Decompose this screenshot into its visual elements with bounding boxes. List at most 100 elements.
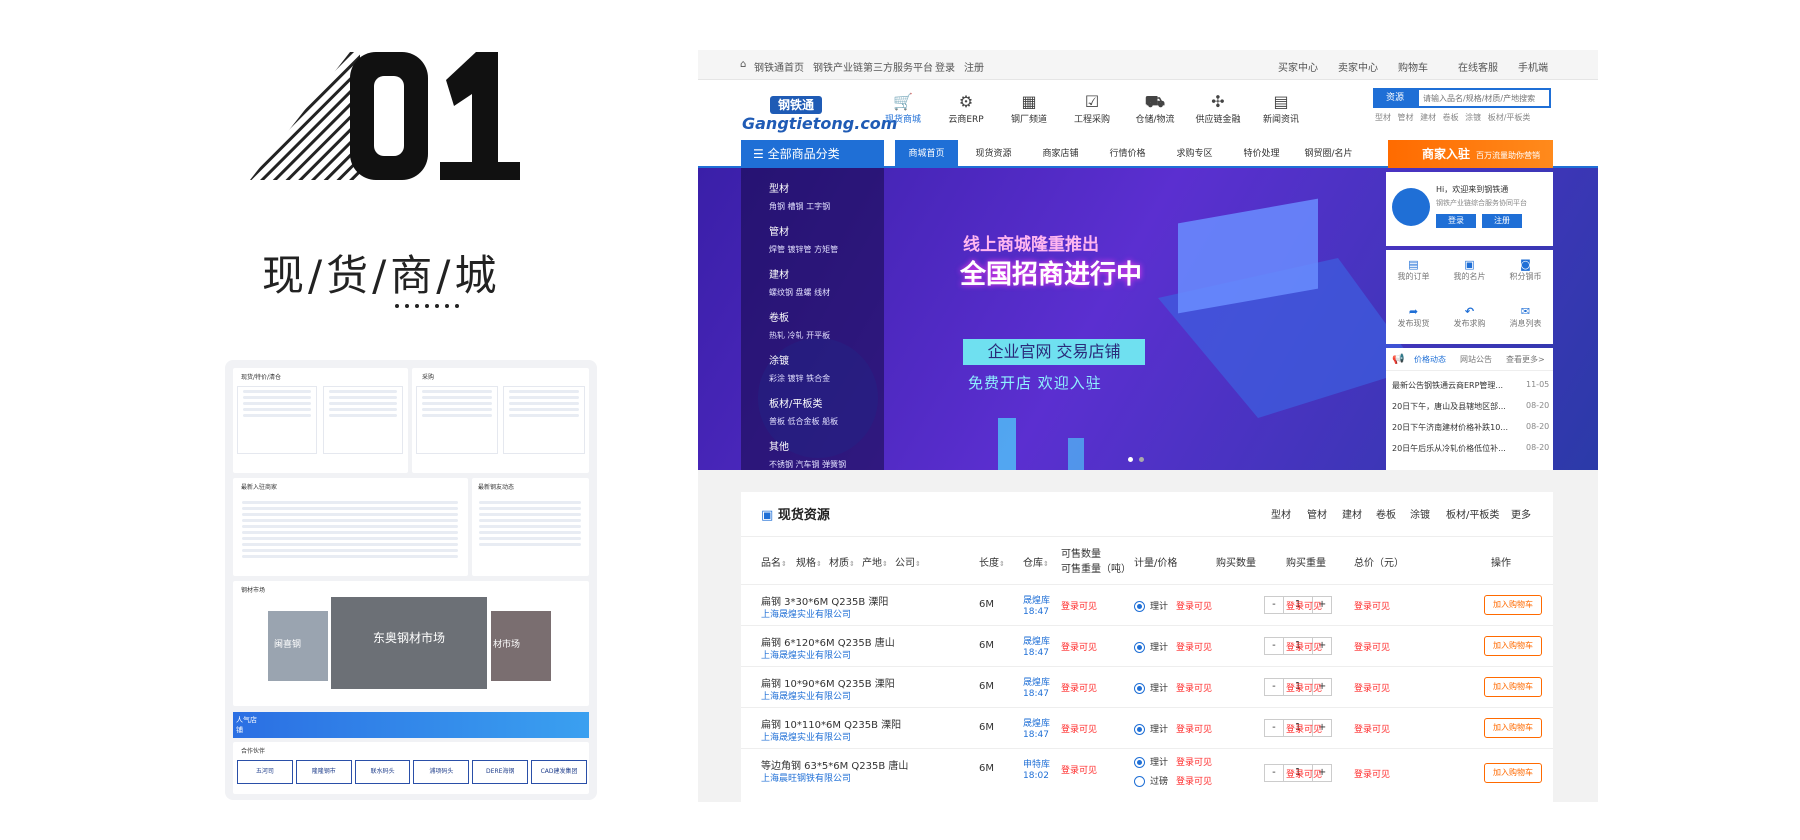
- mobile-link[interactable]: 手机端: [1518, 59, 1548, 74]
- row-name[interactable]: 扁钢 10*90*6M Q235B 溧阳: [761, 675, 895, 690]
- nav-cart[interactable]: 🛒 现货商城: [868, 92, 938, 125]
- radio-unchecked-icon[interactable]: [1134, 776, 1145, 787]
- search-input[interactable]: [1417, 88, 1551, 108]
- table-row[interactable]: 扁钢 10*90*6M Q235B 溧阳 上海晟煌实业有限公司 6M 晟煌库 18:47…: [741, 666, 1553, 707]
- row-warehouse[interactable]: 晟煌库: [1023, 675, 1050, 688]
- radio-checked-icon[interactable]: [1134, 724, 1145, 735]
- topbar-login-link[interactable]: 登录: [935, 59, 955, 74]
- menu-item-1[interactable]: 现货资源: [962, 140, 1025, 168]
- add-to-cart-button[interactable]: 加入购物车: [1484, 595, 1542, 615]
- login-button[interactable]: 登录: [1436, 214, 1476, 228]
- radio-checked-icon[interactable]: [1134, 642, 1145, 653]
- table-row[interactable]: 扁钢 6*120*6M Q235B 唐山 上海晟煌实业有限公司 6M 晟煌库 18:47…: [741, 625, 1553, 666]
- col-header-3[interactable]: 产地⇕: [862, 554, 888, 569]
- res-tab-2[interactable]: 建材: [1342, 506, 1362, 521]
- category-group[interactable]: 建材 螺纹钢 盘螺 线材: [769, 266, 838, 298]
- measure-option[interactable]: 过磅 登录可见: [1134, 774, 1212, 787]
- minus-icon[interactable]: -: [1265, 679, 1283, 695]
- quick-3[interactable]: ➦ 发布现货: [1386, 305, 1441, 329]
- category-group[interactable]: 涂镀 彩涂 镀锌 铁合金: [769, 352, 838, 384]
- res-tab-1[interactable]: 管材: [1307, 506, 1327, 521]
- row-company[interactable]: 上海晟煌实业有限公司: [761, 730, 851, 743]
- row-company[interactable]: 上海晟煌实业有限公司: [761, 648, 851, 661]
- row-name[interactable]: 扁钢 3*30*6M Q235B 溧阳: [761, 593, 888, 608]
- partner-logo[interactable]: 浦项码头: [413, 760, 470, 784]
- row-warehouse[interactable]: 晟煌库: [1023, 634, 1050, 647]
- partner-logo[interactable]: CAD建发集团: [531, 760, 587, 784]
- quick-0[interactable]: ▤ 我的订单: [1386, 258, 1441, 282]
- row-warehouse[interactable]: 晟煌库: [1023, 716, 1050, 729]
- quick-4[interactable]: ↶ 发布求购: [1442, 305, 1497, 329]
- res-tab-0[interactable]: 型材: [1271, 506, 1291, 521]
- measure-option[interactable]: 理计 登录可见: [1134, 640, 1212, 653]
- logo-cn[interactable]: 钢铁通: [770, 96, 822, 114]
- row-company[interactable]: 上海晨旺钢铁有限公司: [761, 771, 851, 784]
- online-service-link[interactable]: 在线客服: [1458, 59, 1498, 74]
- row-warehouse[interactable]: 晟煌库: [1023, 593, 1050, 606]
- nav-news[interactable]: ▤ 新闻资讯: [1246, 92, 1316, 125]
- add-to-cart-button[interactable]: 加入购物车: [1484, 718, 1542, 738]
- row-name[interactable]: 扁钢 10*110*6M Q235B 溧阳: [761, 716, 901, 731]
- radio-checked-icon[interactable]: [1134, 757, 1145, 768]
- merchant-join-button[interactable]: 商家入驻 百万流量助你营销: [1388, 140, 1553, 168]
- partner-logo[interactable]: 联水码头: [354, 760, 411, 784]
- col-header-0[interactable]: 品名⇕: [761, 554, 787, 569]
- col-header-2[interactable]: 材质⇕: [829, 554, 855, 569]
- menu-item-3[interactable]: 行情价格: [1096, 140, 1159, 168]
- table-row[interactable]: 等边角钢 63*5*6M Q235B 唐山 上海晨旺钢铁有限公司 6M 申特库 18:0…: [741, 748, 1553, 796]
- news-tab-1[interactable]: 网站公告: [1460, 354, 1492, 365]
- add-to-cart-button[interactable]: 加入购物车: [1484, 763, 1542, 783]
- measure-option[interactable]: 理计 登录可见: [1134, 599, 1212, 612]
- measure-option[interactable]: 理计 登录可见: [1134, 755, 1212, 768]
- banner-pagination[interactable]: [1128, 457, 1144, 462]
- menu-item-0[interactable]: 商城首页: [895, 140, 958, 168]
- search-category-select[interactable]: 资源: [1373, 88, 1417, 108]
- cart-link[interactable]: 购物车: [1398, 59, 1428, 74]
- quick-1[interactable]: ▣ 我的名片: [1442, 258, 1497, 282]
- news-item[interactable]: 20日下午，唐山及县辖地区部...: [1392, 401, 1506, 412]
- row-name[interactable]: 扁钢 6*120*6M Q235B 唐山: [761, 634, 895, 649]
- register-button[interactable]: 注册: [1482, 214, 1522, 228]
- res-tab-3[interactable]: 卷板: [1376, 506, 1396, 521]
- news-tab-2[interactable]: 查看更多>: [1506, 354, 1545, 365]
- minus-icon[interactable]: -: [1265, 638, 1283, 654]
- res-tab-4[interactable]: 涂镀: [1410, 506, 1430, 521]
- row-company[interactable]: 上海晟煌实业有限公司: [761, 607, 851, 620]
- category-group[interactable]: 管材 焊管 镀锌管 方矩管: [769, 223, 846, 255]
- menu-item-2[interactable]: 商家店铺: [1029, 140, 1092, 168]
- radio-checked-icon[interactable]: [1134, 683, 1145, 694]
- partner-logo[interactable]: 五河司: [237, 760, 293, 784]
- menu-item-6[interactable]: 钢贸圈/名片: [1297, 140, 1360, 168]
- all-categories-button[interactable]: ☰ 全部商品分类: [741, 140, 884, 168]
- col-header-1[interactable]: 规格⇕: [796, 554, 822, 569]
- news-item[interactable]: 20日下午济南建材价格补跌10...: [1392, 422, 1508, 433]
- add-to-cart-button[interactable]: 加入购物车: [1484, 636, 1542, 656]
- topbar-platform-link[interactable]: 钢铁产业链第三方服务平台: [813, 59, 933, 74]
- buyer-center-link[interactable]: 买家中心: [1278, 59, 1318, 74]
- col-header-6[interactable]: 仓库⇕: [1023, 554, 1049, 569]
- news-item[interactable]: 最新公告钢铁通云商ERP管理...: [1392, 380, 1503, 391]
- add-to-cart-button[interactable]: 加入购物车: [1484, 677, 1542, 697]
- row-company[interactable]: 上海晟煌实业有限公司: [761, 689, 851, 702]
- table-row[interactable]: 扁钢 10*110*6M Q235B 溧阳 上海晟煌实业有限公司 6M 晟煌库 18:4…: [741, 707, 1553, 748]
- minus-icon[interactable]: -: [1265, 765, 1283, 781]
- res-tab-5[interactable]: 板材/平板类: [1446, 506, 1499, 521]
- category-group[interactable]: 其他 不锈钢 汽车钢 弹簧钢: [769, 438, 854, 470]
- menu-item-4[interactable]: 求购专区: [1163, 140, 1226, 168]
- res-tab-6[interactable]: 更多: [1511, 506, 1531, 521]
- minus-icon[interactable]: -: [1265, 597, 1283, 613]
- nav-factory[interactable]: ▦ 钢厂频道: [994, 92, 1064, 125]
- menu-item-5[interactable]: 特价处理: [1230, 140, 1293, 168]
- category-group[interactable]: 板材/平板类 普板 低合金板 船板: [769, 395, 846, 427]
- topbar-register-link[interactable]: 注册: [964, 59, 984, 74]
- nav-truck[interactable]: ⛟ 仓储/物流: [1120, 92, 1190, 125]
- partner-logo[interactable]: 隆隆钢市: [295, 760, 352, 784]
- seller-center-link[interactable]: 卖家中心: [1338, 59, 1378, 74]
- category-group[interactable]: 卷板 热轧 冷轧 开平板: [769, 309, 838, 341]
- category-group[interactable]: 型材 角钢 槽钢 工字钢: [769, 180, 838, 212]
- news-tab-0[interactable]: 价格动态: [1414, 354, 1446, 365]
- row-name[interactable]: 等边角钢 63*5*6M Q235B 唐山: [761, 757, 908, 772]
- radio-checked-icon[interactable]: [1134, 601, 1145, 612]
- search-hot-words[interactable]: 型材 管材 建材 卷板 涂镀 板材/平板类: [1375, 112, 1530, 123]
- topbar-home-link[interactable]: 钢铁通首页: [754, 59, 804, 74]
